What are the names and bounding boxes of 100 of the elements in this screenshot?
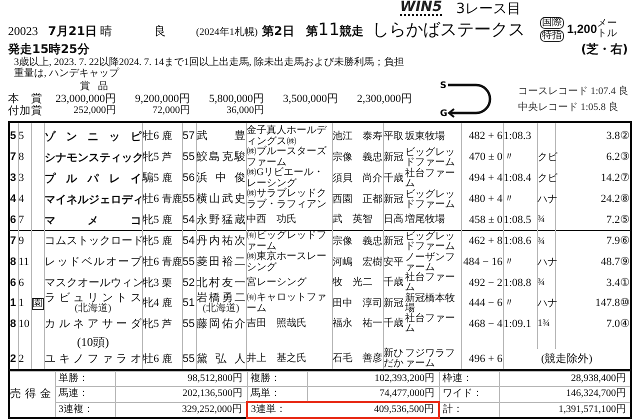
- jockey-name: 丹内祐次: [196, 236, 246, 247]
- course-record: 中央レコード 1:05.8 良: [518, 100, 620, 114]
- owner-name: ㈱サラブレッドクラブ・ラフィアン: [246, 189, 332, 210]
- sex-age: 牡6: [142, 193, 159, 205]
- trainer-name: 田中 淳司: [332, 293, 383, 314]
- body-weight: 484 − 16: [461, 252, 503, 273]
- breeder-name: フジワラファーム: [405, 349, 461, 370]
- prize-amount: 36,000円: [226, 105, 264, 117]
- bet-type-label: 枠連：: [439, 372, 499, 386]
- horse-number: 5: [18, 122, 31, 147]
- course-record: コースレコード 1:07.4 良: [518, 84, 628, 98]
- margin: クビ: [538, 172, 558, 184]
- breeder-name: 社台ファーム: [405, 314, 461, 334]
- jockey-name: 永野猛蔵: [196, 214, 246, 226]
- coat-color: 鹿: [162, 173, 172, 184]
- horse-name: ラビュリントス: [44, 293, 142, 304]
- breeder-name: ノーザンファーム: [405, 252, 461, 273]
- trainer-name: 須貝 尚介: [332, 168, 383, 189]
- horse-region-note: (北海道): [74, 304, 112, 314]
- prize-amount: 72,000円: [152, 105, 190, 117]
- coat-color: 鹿: [162, 214, 172, 226]
- sales-amount: 202,136,500円: [115, 386, 247, 402]
- horse-name: マメコ: [44, 214, 142, 226]
- breeder-area: 新冠: [383, 147, 405, 168]
- sales-amount: 98,512,800円: [115, 372, 247, 386]
- sales-amount: 329,252,000円: [115, 402, 247, 418]
- body-weight: 458 ± 0: [461, 210, 503, 230]
- finish-time: 1:08.3: [503, 122, 537, 147]
- race-name: しらかばステークス: [372, 18, 526, 40]
- sex-age: 牡6: [142, 130, 159, 142]
- race-day: 第2日: [262, 22, 306, 40]
- coat-color: 鹿: [162, 131, 172, 142]
- horse-name: シナモンスティック: [44, 152, 142, 163]
- finish-time: 〃: [503, 252, 537, 273]
- trainer-name: 宗像 義忠: [332, 147, 383, 168]
- horse-mark: 園: [32, 298, 44, 310]
- coat-color: 青鹿: [162, 257, 182, 268]
- owner-name: 吉田 照哉氏: [246, 314, 332, 334]
- prize-amount: 2,300,000円: [356, 93, 412, 105]
- body-weight: 480 + 4: [461, 189, 503, 210]
- sex-age: 牝5: [142, 235, 159, 247]
- breeder-name: 増尾牧場: [405, 210, 461, 230]
- bet-type-label: 3連単：: [247, 402, 307, 418]
- bet-type-label: 3連複：: [55, 402, 115, 418]
- body-weight: 444 − 6: [461, 293, 503, 314]
- owner-name: ㈱東京ホースレーシング: [246, 252, 332, 273]
- sex-age: 騸5: [142, 172, 159, 184]
- horse-number: 1: [18, 293, 31, 314]
- carried-weight: 54: [182, 230, 196, 252]
- body-weight: 492 − 2: [461, 273, 503, 293]
- coat-color: 青鹿: [162, 194, 182, 205]
- odds: 147.8⑩: [555, 293, 631, 314]
- scratched-note: (競走除外): [541, 352, 592, 364]
- coat-color: 芦: [162, 318, 172, 330]
- prize-row-label: 本賞: [8, 93, 42, 105]
- breeder-name: 坂東牧場: [405, 122, 461, 147]
- runner-count: (10頭): [77, 334, 109, 348]
- margin: クビ: [538, 152, 558, 162]
- margin: ハナ: [538, 256, 558, 268]
- breeder-area: 新冠: [383, 189, 405, 210]
- breeder-name: ビッグレッドファーム: [405, 230, 461, 252]
- horse-name: レッドベルオーブ: [44, 257, 142, 268]
- meeting-label: (2024年1札幌): [196, 26, 259, 38]
- body-weight: 468 − 4: [461, 314, 503, 334]
- breeder-area: 新冠: [383, 230, 405, 252]
- body-weight: 482 + 6: [461, 122, 503, 147]
- sales-amount: 409,536,500円: [307, 402, 439, 418]
- breeder-name: ビッグレッドファーム: [405, 189, 461, 210]
- jockey-name: 菱田裕二: [196, 257, 246, 268]
- body-weight: 470 ± 0: [461, 147, 503, 168]
- frame-number: 4: [9, 189, 18, 210]
- odds: 7.2⑤: [555, 210, 631, 230]
- finish-time: 1:08.6: [503, 230, 537, 252]
- odds: 24.2⑧: [555, 189, 631, 210]
- race-badge: 特指: [540, 30, 564, 42]
- sex-age: 牡6: [142, 256, 159, 268]
- bet-type-label: 計：: [439, 402, 499, 418]
- bet-type-label: 馬単：: [247, 386, 307, 402]
- prize-heading: 賞品: [79, 81, 116, 93]
- sales-amount: 74,477,000円: [307, 386, 439, 402]
- owner-name: ㈱Gリビエール・レーシング: [246, 168, 332, 189]
- body-weight: 494 + 4: [461, 168, 503, 189]
- sex-age: 牝5: [142, 318, 159, 330]
- owner-name: 井上 基之氏: [246, 349, 332, 370]
- prize-row-label: 付加賞: [8, 105, 42, 117]
- jockey-region-note: (北海道): [202, 304, 240, 314]
- bet-type-label: ワイド：: [439, 386, 499, 402]
- bet-type-label: 複勝：: [247, 372, 307, 386]
- odds: 7.0④: [555, 314, 631, 334]
- frame-number: 1: [9, 293, 18, 314]
- horse-name: カルネアサーダ: [44, 318, 142, 330]
- race-code: 20023: [8, 24, 39, 38]
- breeder-area: 新ひだか: [383, 349, 405, 370]
- margin: ¾: [538, 214, 545, 225]
- finish-time: 1:08.8: [503, 273, 537, 293]
- odds: 3.4①: [555, 273, 631, 293]
- horse-number: 10: [18, 314, 31, 334]
- carried-weight: 55: [182, 147, 196, 168]
- carried-weight: 54: [182, 210, 196, 230]
- breeder-area: 平取: [383, 122, 405, 147]
